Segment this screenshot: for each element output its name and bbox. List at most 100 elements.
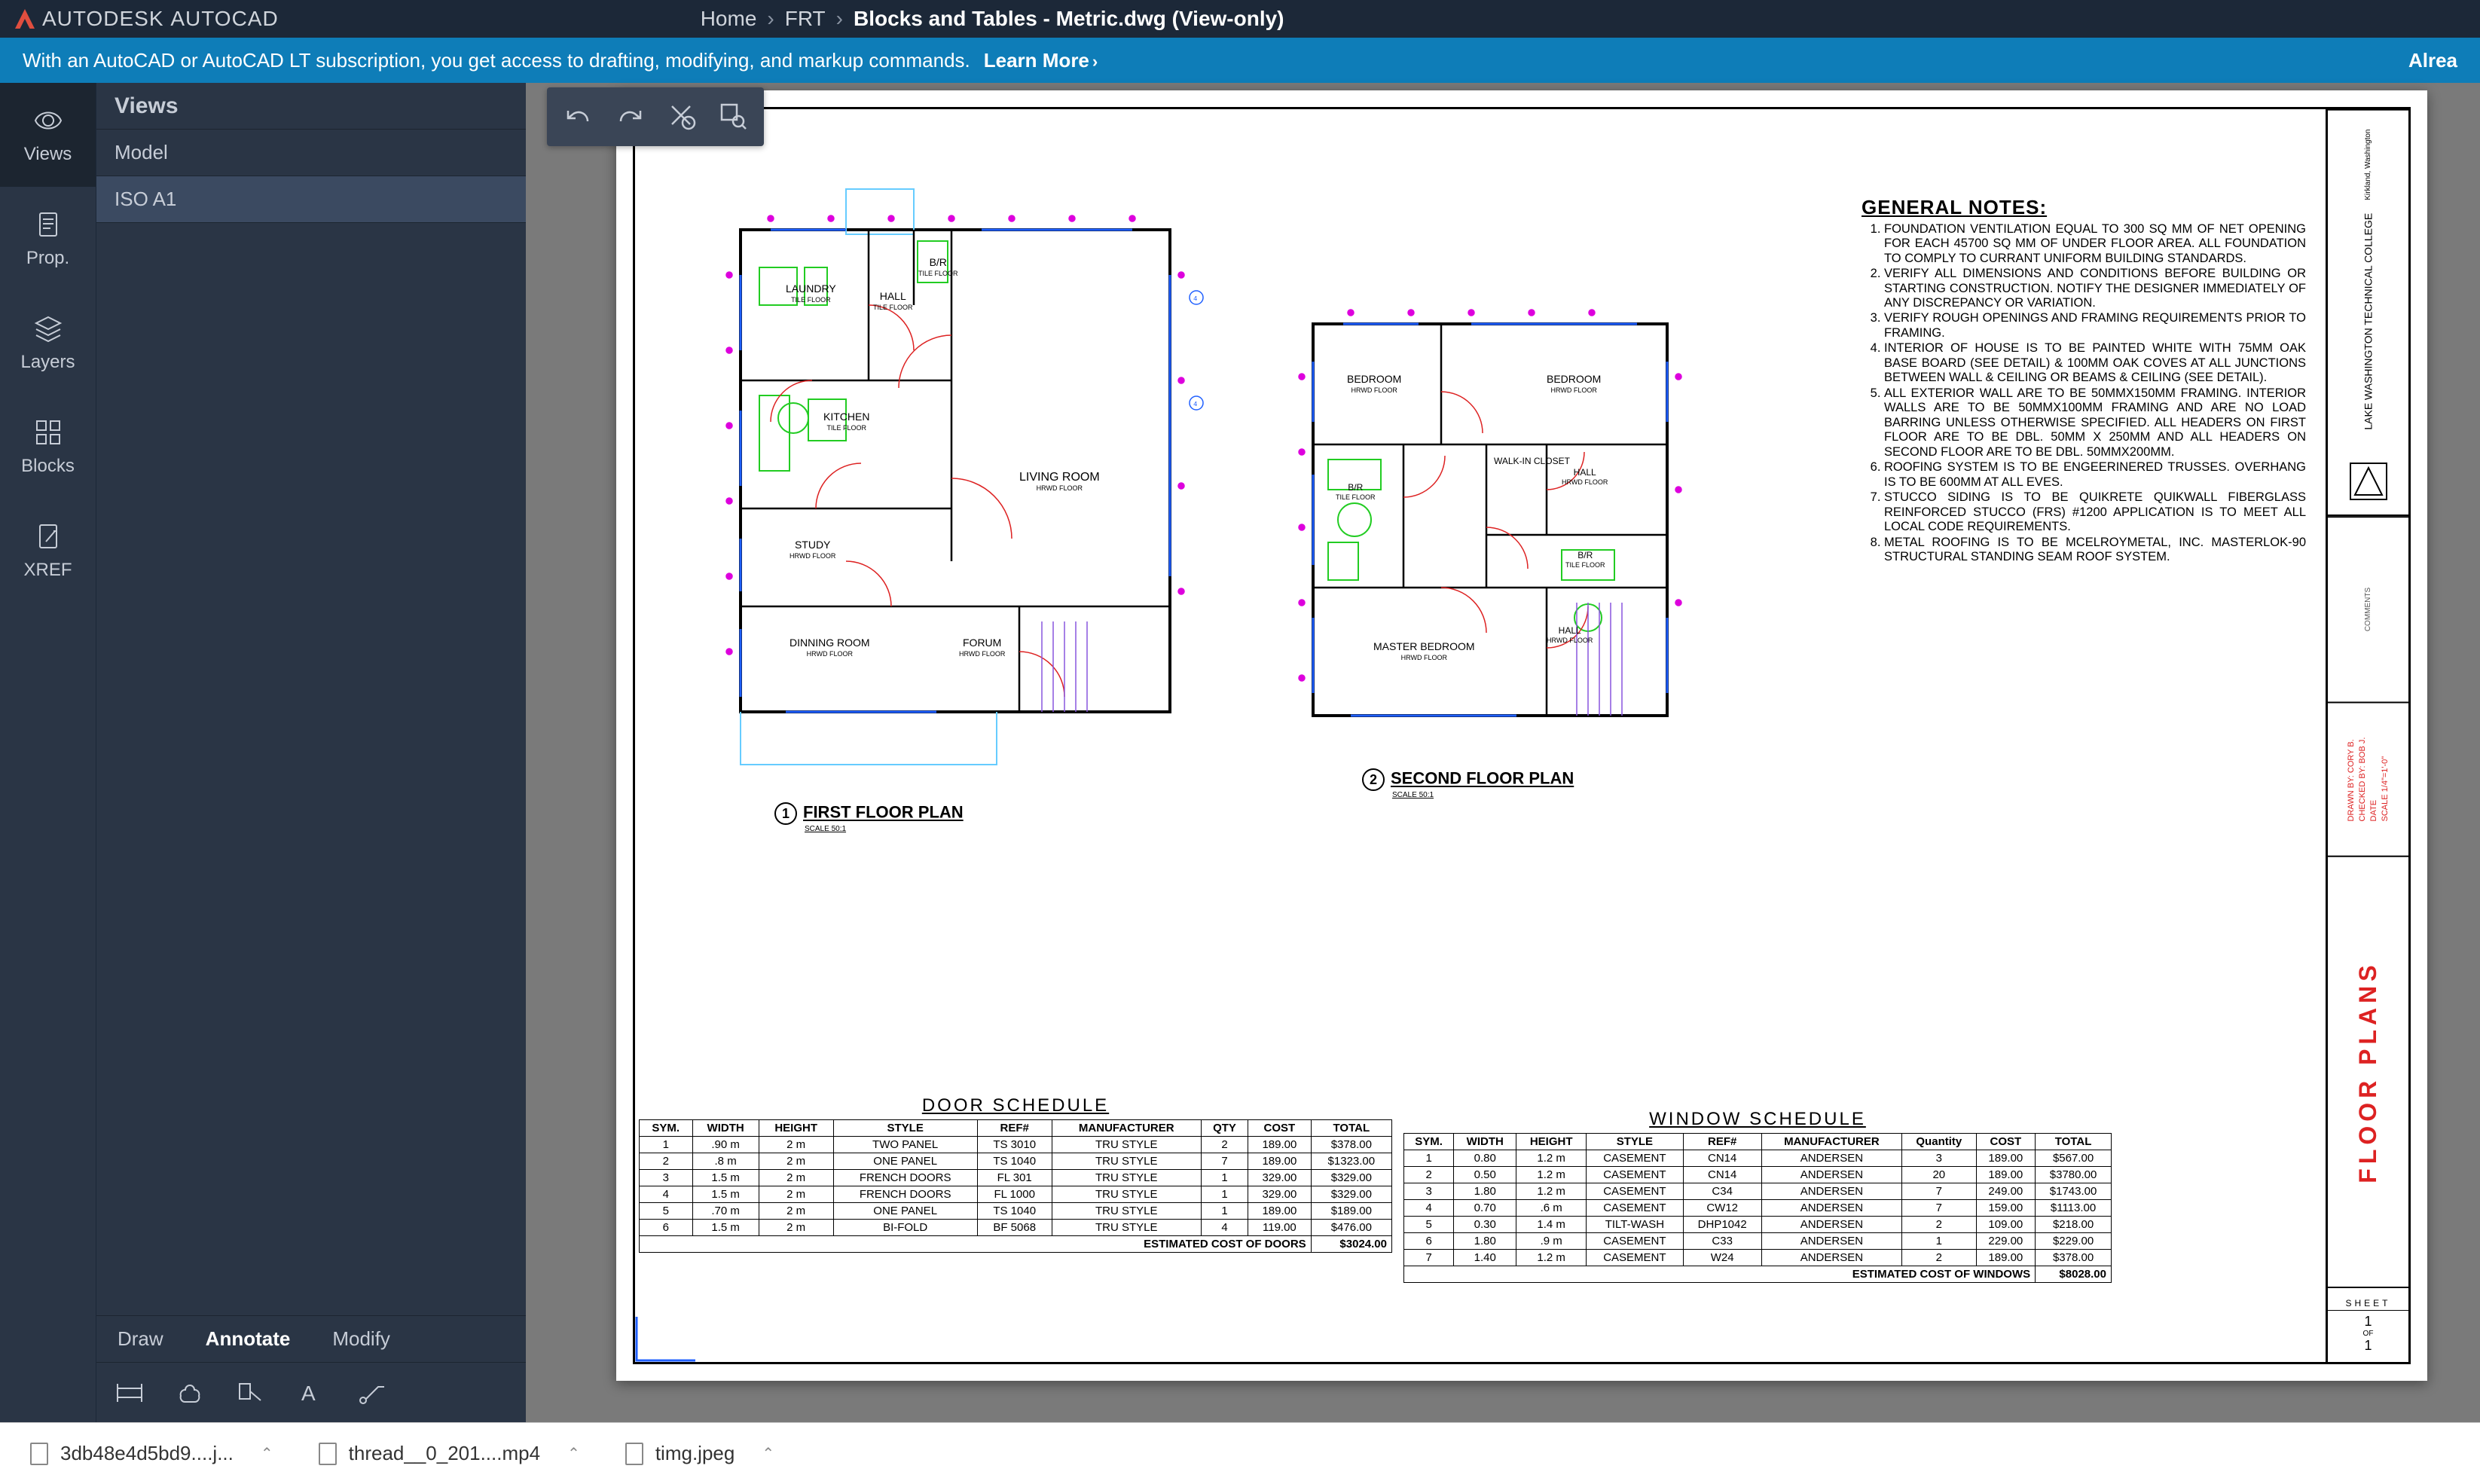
text-icon[interactable]: A (295, 1378, 325, 1408)
note-6: ROOFING SYSTEM IS TO BE ENGEERINERED TRU… (1884, 460, 2306, 490)
app-header: AUTODESK AUTOCAD Home › FRT › Blocks and… (0, 0, 2480, 38)
crumb-frt[interactable]: FRT (785, 7, 826, 31)
banner-right-text: Alrea (2408, 49, 2457, 72)
door-schedule: DOOR SCHEDULE SYM.WIDTHHEIGHTSTYLEREF#MA… (639, 1095, 1392, 1253)
learn-more-link[interactable]: Learn More› (984, 49, 1098, 72)
tab-draw[interactable]: Draw (96, 1316, 185, 1362)
xref-icon (32, 521, 64, 552)
tb-date: DATE (2369, 737, 2378, 822)
brand-logo: AUTODESK AUTOCAD (15, 7, 279, 31)
redo-button[interactable] (615, 100, 645, 134)
note-8: METAL ROOFING IS TO BE MCELROYMETAL, INC… (1884, 536, 2306, 565)
chevron-up-icon[interactable]: ⌃ (762, 1444, 774, 1463)
rail-properties[interactable]: Prop. (0, 187, 96, 291)
general-notes: GENERAL NOTES: FOUNDATION VENTILATION EQ… (1862, 196, 2306, 565)
download-filename: timg.jpeg (655, 1442, 735, 1465)
view-model[interactable]: Model (96, 130, 526, 176)
window-schedule: WINDOW SCHEDULE SYM.WIDTHHEIGHTSTYLEREF#… (1403, 1109, 2112, 1283)
revision-cloud-icon[interactable] (175, 1378, 205, 1408)
general-notes-heading: GENERAL NOTES: (1862, 196, 2306, 219)
tb-logo (2328, 448, 2408, 516)
rail-views[interactable]: Views (0, 83, 96, 187)
note-3: VERIFY ROUGH OPENINGS AND FRAMING REQUIR… (1884, 311, 2306, 340)
note-4: INTERIOR OF HOUSE IS TO BE PAINTED WHITE… (1884, 341, 2306, 385)
note-1: FOUNDATION VENTILATION EQUAL TO 300 SQ M… (1884, 222, 2306, 266)
document-icon (32, 209, 64, 240)
side-panel-title: Views (96, 83, 526, 130)
download-item[interactable]: 3db48e4d5bd9....j... ⌃ (9, 1431, 295, 1476)
tb-drawn-by: DRAWN BY: CORY B. (2347, 737, 2356, 822)
note-2: VERIFY ALL DIMENSIONS AND CONDITIONS BEF… (1884, 267, 2306, 310)
erase-button[interactable] (666, 100, 696, 134)
tab-modify[interactable]: Modify (311, 1316, 411, 1362)
tb-comments: COMMENTS (2364, 588, 2372, 631)
banner-text: With an AutoCAD or AutoCAD LT subscripti… (23, 49, 970, 72)
first-floor-plan: 4 4 LAUNDRYTILE FLOOR HALLTILE FLOOR B/R… (695, 185, 1223, 795)
table-row: 2.8 m2 mONE PANELTS 1040TRU STYLE7189.00… (640, 1153, 1392, 1170)
door-schedule-title: DOOR SCHEDULE (639, 1095, 1392, 1116)
rail-blocks-label: Blocks (21, 456, 75, 477)
brand-autodesk: AUTODESK (42, 7, 164, 30)
table-row: 31.801.2 mCASEMENTC34ANDERSEN7249.00$174… (1404, 1183, 2112, 1200)
layers-icon (32, 313, 64, 344)
svg-text:4: 4 (1193, 295, 1197, 303)
table-row: 5.70 m2 mONE PANELTS 1040TRU STYLE1189.0… (640, 1203, 1392, 1220)
table-row: 50.301.4 mTILT-WASHDHP1042ANDERSEN2109.0… (1404, 1217, 2112, 1233)
file-icon (319, 1443, 337, 1465)
blocks-icon (32, 417, 64, 448)
tab-annotate[interactable]: Annotate (185, 1316, 312, 1362)
download-item[interactable]: timg.jpeg ⌃ (604, 1431, 796, 1476)
first-floor-title: 1FIRST FLOOR PLANSCALE 50:1 (774, 802, 964, 833)
door-schedule-table: SYM.WIDTHHEIGHTSTYLEREF#MANUFACTURERQTYC… (639, 1119, 1392, 1253)
chevron-up-icon[interactable]: ⌃ (261, 1444, 273, 1463)
crumb-file: Blocks and Tables - Metric.dwg (View-onl… (854, 7, 1284, 31)
rail-layers[interactable]: Layers (0, 291, 96, 395)
chevron-up-icon[interactable]: ⌃ (567, 1444, 580, 1463)
left-rail: Views Prop. Layers Blocks XREF (0, 83, 96, 1422)
table-row: 71.401.2 mCASEMENTW24ANDERSEN2189.00$378… (1404, 1250, 2112, 1266)
table-row: 10.801.2 mCASEMENTCN14ANDERSEN3189.00$56… (1404, 1150, 2112, 1167)
note-5: ALL EXTERIOR WALL ARE TO BE 50MMX150MM F… (1884, 386, 2306, 460)
tb-sheet-title: FLOOR PLANS (2328, 856, 2408, 1287)
dimension-icon[interactable] (115, 1378, 145, 1408)
download-filename: thread__0_201....mp4 (349, 1442, 540, 1465)
tb-scale: SCALE 1/4"=1'-0" (2381, 737, 2390, 822)
download-item[interactable]: thread__0_201....mp4 ⌃ (298, 1431, 601, 1476)
rail-prop-label: Prop. (26, 248, 69, 269)
rail-layers-label: Layers (20, 352, 75, 373)
canvas[interactable]: GENERAL NOTES: FOUNDATION VENTILATION EQ… (526, 83, 2480, 1422)
drawing-area: GENERAL NOTES: FOUNDATION VENTILATION EQ… (635, 109, 2326, 1362)
table-row: 61.5 m2 mBI-FOLDBF 5068TRU STYLE4119.00$… (640, 1220, 1392, 1236)
main-area: Views Prop. Layers Blocks XREF Views Mod… (0, 83, 2480, 1422)
leader-icon[interactable] (235, 1378, 265, 1408)
canvas-toolbar (547, 87, 764, 146)
window-schedule-table: SYM.WIDTHHEIGHTSTYLEREF#MANUFACTURERQuan… (1403, 1133, 2112, 1283)
rail-xref-label: XREF (23, 560, 72, 581)
table-row: 1.90 m2 mTWO PANELTS 3010TRU STYLE2189.0… (640, 1137, 1392, 1153)
autodesk-logo-icon (15, 9, 35, 29)
view-iso-a1[interactable]: ISO A1 (96, 176, 526, 223)
undo-button[interactable] (563, 100, 594, 134)
rail-blocks[interactable]: Blocks (0, 395, 96, 499)
multileader-icon[interactable] (356, 1378, 386, 1408)
chevron-right-icon: › (767, 7, 774, 31)
viewport-corner-icon (632, 1312, 700, 1365)
second-floor-title: 2SECOND FLOOR PLANSCALE 50:1 (1362, 768, 1574, 799)
side-panel: Views Model ISO A1 Draw Annotate Modify … (96, 83, 526, 1422)
zoom-window-button[interactable] (717, 100, 747, 134)
svg-text:A: A (301, 1382, 316, 1405)
second-floor-plan: BEDROOMHRWD FLOOR BEDROOMHRWD FLOOR WALK… (1290, 301, 1690, 795)
tb-school: LAKE WASHINGTON TECHNICAL COLLEGE (2362, 212, 2375, 429)
breadcrumb: Home › FRT › Blocks and Tables - Metric.… (701, 7, 1284, 31)
bottom-tabs: Draw Annotate Modify (96, 1315, 526, 1362)
eye-icon (32, 105, 64, 136)
table-row: 41.5 m2 mFRENCH DOORSFL 1000TRU STYLE132… (640, 1186, 1392, 1203)
paper-sheet: GENERAL NOTES: FOUNDATION VENTILATION EQ… (616, 90, 2427, 1381)
download-filename: 3db48e4d5bd9....j... (60, 1442, 234, 1465)
rail-views-label: Views (24, 144, 72, 165)
brand-autocad: AUTOCAD (170, 7, 278, 30)
table-row: 20.501.2 mCASEMENTCN14ANDERSEN20189.00$3… (1404, 1167, 2112, 1183)
table-row: 31.5 m2 mFRENCH DOORSFL 301TRU STYLE1329… (640, 1170, 1392, 1186)
crumb-home[interactable]: Home (701, 7, 757, 31)
rail-xref[interactable]: XREF (0, 499, 96, 603)
